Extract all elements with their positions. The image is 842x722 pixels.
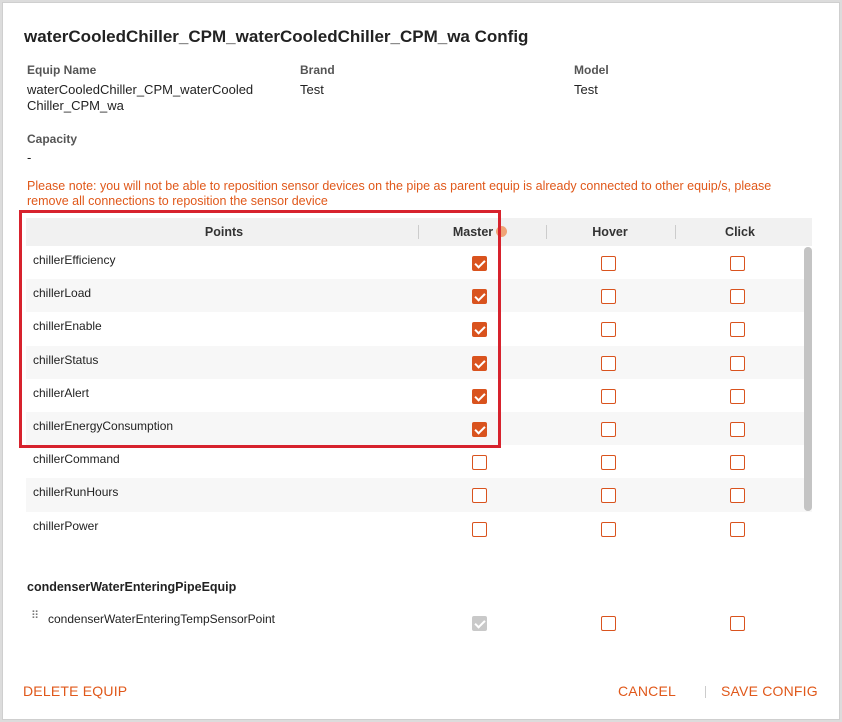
note-line1: Please note: you will not be able to rep… (27, 179, 772, 193)
scrollbar-thumb[interactable] (804, 247, 812, 511)
hover-checkbox[interactable] (601, 421, 616, 437)
click-checkbox[interactable] (730, 289, 745, 305)
master-checkbox[interactable] (472, 455, 487, 471)
brand-label: Brand (300, 63, 335, 77)
point-name: chillerPower (33, 518, 99, 533)
delete-equip-button[interactable]: DELETE EQUIP (23, 683, 127, 699)
click-checkbox[interactable] (730, 322, 745, 338)
master-checkbox[interactable] (472, 521, 487, 537)
click-header: Click (725, 225, 755, 239)
header-divider (546, 225, 547, 239)
hover-checkbox[interactable] (601, 289, 616, 305)
brand-value: Test (300, 82, 324, 97)
section-title: condenserWaterEnteringPipeEquip (27, 580, 237, 594)
hover-checkbox[interactable] (601, 322, 616, 338)
drag-handle-icon[interactable]: ⠿ (31, 611, 39, 622)
model-label: Model (574, 63, 609, 77)
master-selection-highlight (19, 210, 501, 448)
hover-checkbox[interactable] (601, 256, 616, 271)
table-row: chillerRunHours (26, 478, 812, 512)
sensor-hover-checkbox[interactable] (601, 616, 616, 631)
click-checkbox[interactable] (730, 256, 745, 271)
hover-checkbox[interactable] (601, 521, 616, 537)
click-checkbox[interactable] (730, 521, 745, 537)
table-row: chillerPower (26, 512, 812, 545)
note-line2: remove all connections to reposition the… (27, 194, 328, 208)
sensor-point-name: condenserWaterEnteringTempSensorPoint (48, 612, 276, 626)
capacity-value: - (27, 150, 32, 165)
sensor-click-checkbox[interactable] (730, 616, 745, 631)
dialog-title: waterCooledChiller_CPM_waterCooledChille… (24, 27, 529, 46)
point-name: chillerCommand (33, 452, 120, 467)
footer-divider (705, 686, 706, 698)
header-divider (675, 225, 676, 239)
capacity-label: Capacity (27, 132, 78, 146)
reposition-warning-note: Please note: you will not be able to rep… (27, 179, 817, 209)
hover-checkbox[interactable] (601, 355, 616, 371)
click-checkbox[interactable] (730, 455, 745, 471)
click-checkbox[interactable] (730, 388, 745, 404)
model-value: Test (574, 82, 598, 97)
table-row: chillerCommand (26, 445, 812, 478)
hover-checkbox[interactable] (601, 455, 616, 471)
hover-checkbox[interactable] (601, 488, 616, 504)
click-checkbox[interactable] (730, 421, 745, 437)
save-config-button[interactable]: SAVE CONFIG (721, 683, 818, 699)
equip-name-value: waterCooledChiller_CPM_waterCooled Chill… (27, 82, 253, 114)
click-checkbox[interactable] (730, 488, 745, 504)
equip-name-line1: waterCooledChiller_CPM_waterCooled (27, 82, 254, 97)
equip-name-line2: Chiller_CPM_wa (27, 98, 124, 113)
hover-checkbox[interactable] (601, 388, 616, 404)
sensor-master-checkbox (472, 616, 487, 631)
hover-header: Hover (592, 225, 628, 239)
cancel-button[interactable]: CANCEL (618, 683, 676, 699)
master-checkbox[interactable] (472, 488, 487, 504)
sensor-point-row[interactable]: ⠿ condenserWaterEnteringTempSensorPoint (26, 608, 812, 640)
point-name: chillerRunHours (33, 485, 119, 500)
equip-name-label: Equip Name (27, 63, 97, 77)
click-checkbox[interactable] (730, 355, 745, 371)
